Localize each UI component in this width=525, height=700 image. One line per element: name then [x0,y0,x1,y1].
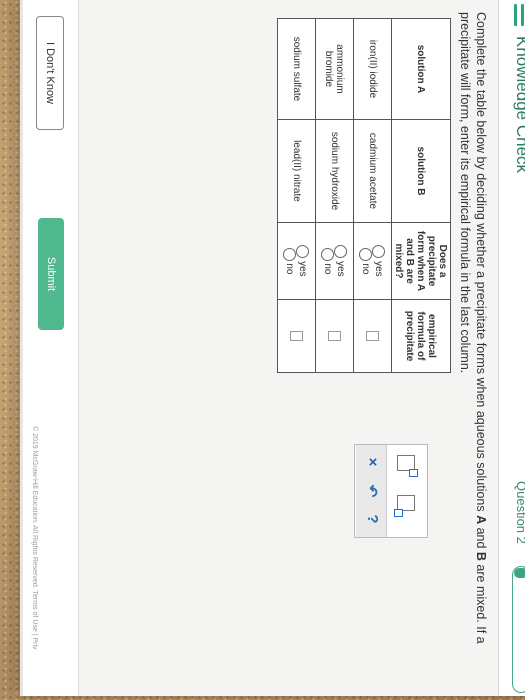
header-empirical-formula: empirical formula of precipitate [391,299,451,373]
solution-a-cell: ammonium bromide [315,18,354,120]
formula-tool-palette: × ↶ ? [354,444,428,538]
formula-input[interactable] [328,331,341,341]
yes-radio[interactable] [296,245,310,259]
header-solution-a: solution A [391,18,451,120]
yes-radio[interactable] [372,245,386,259]
help-button[interactable]: ? [364,508,381,530]
precipitate-choice-cell: yes no [277,222,316,300]
solution-b-cell: cadmium acetate [353,119,392,223]
formula-cell [277,299,316,373]
table-header-row: solution A solution B Does a precipitate… [391,18,451,373]
app-header: Knowledge Check Question 2 [498,0,525,696]
table-row: iron(II) iodide cadmium acetate yes no [353,18,392,373]
formula-input[interactable] [290,331,303,341]
clear-button[interactable]: × [364,451,381,473]
table-row: ammonium bromide sodium hydroxide yes no [315,18,354,373]
formula-input[interactable] [366,331,379,341]
subscript-template-icon[interactable] [394,495,415,517]
yes-label: yes [297,261,309,277]
yes-label: yes [373,261,385,277]
no-radio[interactable] [321,247,335,261]
formula-cell [353,299,392,373]
header-solution-b: solution B [391,119,451,223]
question-label: Question 2 [514,481,525,544]
table-row: sodium sulfate lead(II) nitrate yes no [277,18,316,373]
progress-fill [514,568,525,578]
prompt-solution-b: B [474,551,488,561]
progress-bar [512,566,525,693]
undo-button[interactable]: ↶ [363,480,381,502]
footer-bar: I Don't Know Submit © 2019 McGraw-Hill E… [23,0,79,696]
no-radio[interactable] [359,247,373,261]
no-label: no [360,263,372,275]
no-label: no [284,263,296,275]
no-label: no [322,263,334,275]
prompt-and: and [474,524,488,552]
no-radio[interactable] [283,247,297,261]
solution-b-cell: lead(II) nitrate [277,119,316,223]
page-title: Knowledge Check [513,36,525,174]
laptop-screen: Knowledge Check Question 2 Complete the … [20,0,525,696]
header-precipitate-forms: Does a precipitate form when A and B are… [391,222,451,300]
dont-know-button[interactable]: I Don't Know [36,16,64,130]
precipitate-choice-cell: yes no [353,222,392,300]
question-prompt: Complete the table below by deciding whe… [457,12,489,672]
precipitate-choice-cell: yes no [315,222,354,300]
palette-action-row: × ↶ ? [356,445,387,537]
hamburger-menu-icon[interactable] [513,4,525,26]
palette-template-row [393,445,421,537]
yes-label: yes [335,261,347,277]
prompt-solution-a: A [474,515,488,525]
solution-a-cell: sodium sulfate [277,18,316,120]
superscript-template-icon[interactable] [397,455,418,477]
solution-a-cell: iron(II) iodide [353,18,392,120]
submit-button[interactable]: Submit [38,218,64,330]
copyright-text: © 2019 McGraw-Hill Education. All Rights… [31,426,38,650]
app-window: Knowledge Check Question 2 Complete the … [23,0,525,696]
precipitate-table: solution A solution B Does a precipitate… [277,18,451,373]
formula-cell [315,299,354,373]
yes-radio[interactable] [334,245,348,259]
solution-b-cell: sodium hydroxide [315,119,354,223]
prompt-text-1: Complete the table below by deciding whe… [474,12,488,516]
